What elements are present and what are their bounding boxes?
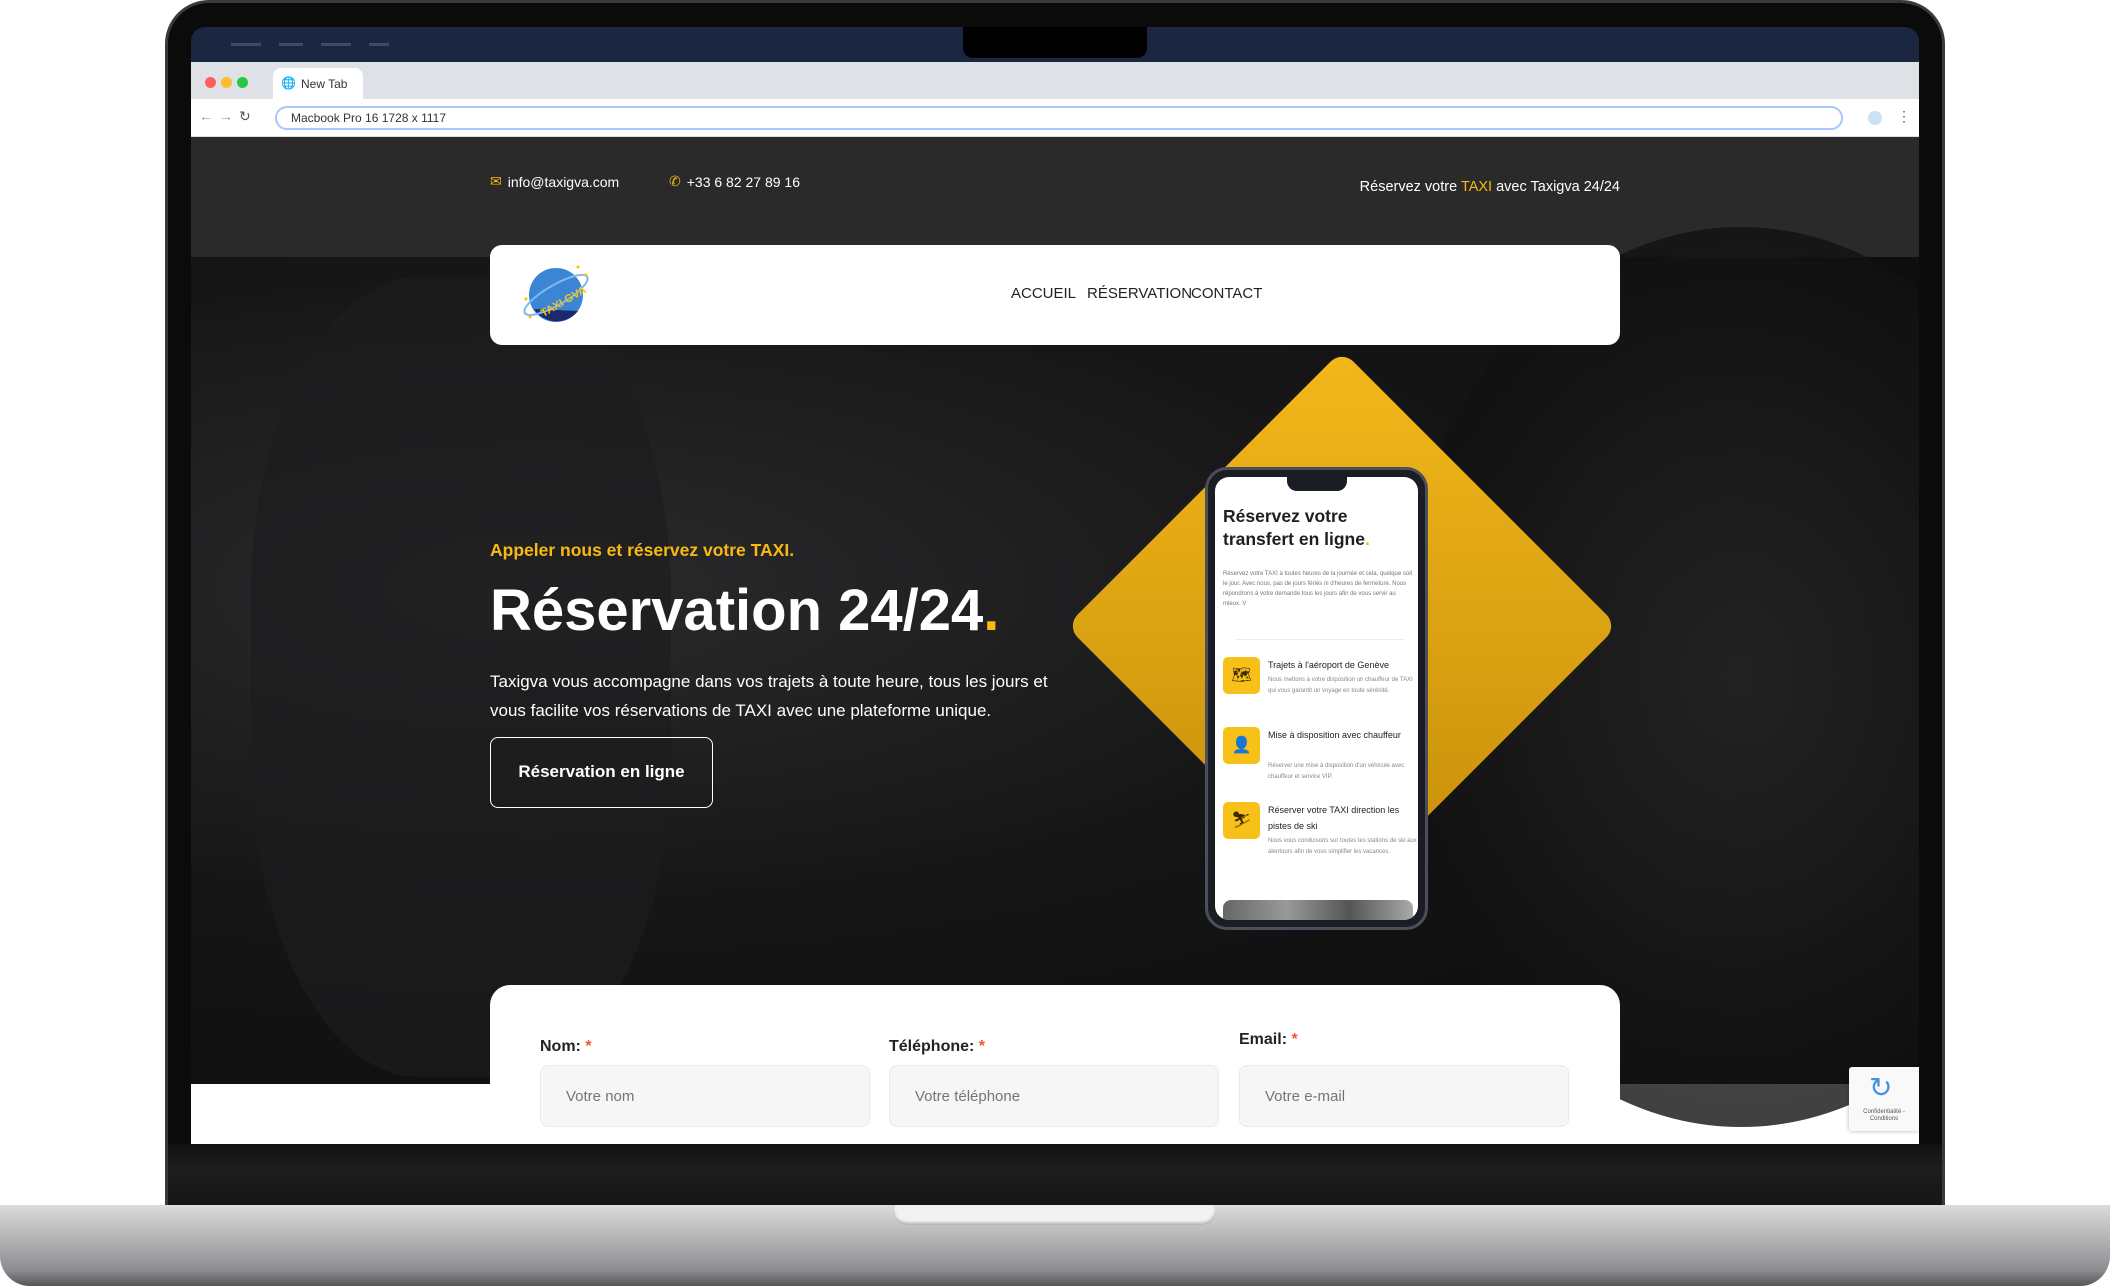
name-input[interactable]: [540, 1065, 870, 1127]
label-text: Nom:: [540, 1038, 581, 1055]
camera-notch: [963, 27, 1147, 58]
nav-contact[interactable]: CONTACT: [1191, 285, 1262, 302]
phone-title-text: Réservez votre transfert en ligne: [1223, 506, 1365, 549]
hero-title: Réservation 24/24.: [490, 577, 999, 644]
browser-tabbar: 🌐 New Tab: [191, 62, 1919, 99]
site-header: TAXI GVA ACCUEIL RÉSERVATION CONTACT: [490, 245, 1620, 345]
name-label: Nom: *: [540, 1038, 592, 1056]
laptop-chin: [168, 1144, 1942, 1205]
website: ✉ info@taxigva.com ✆ +33 6 82 27 89 16 R…: [191, 137, 1919, 1144]
maximize-window-icon[interactable]: [237, 77, 248, 88]
recaptcha-icon: ↻: [1869, 1072, 1893, 1103]
menu-item-placeholder[interactable]: [321, 43, 351, 46]
tagline-text: Réservez votre: [1359, 179, 1461, 195]
required-marker: *: [1291, 1031, 1298, 1048]
hero-section: [191, 227, 1919, 1127]
phone-notch: [1287, 477, 1347, 491]
reload-icon[interactable]: ↻: [239, 108, 251, 125]
tab-title: New Tab: [301, 77, 348, 91]
phone-label: Téléphone: *: [889, 1038, 985, 1056]
chauffeur-icon: 👤: [1223, 727, 1260, 764]
macos-menubar: [191, 27, 1919, 62]
recaptcha-links[interactable]: Confidentialité - Conditions: [1851, 1109, 1917, 1123]
map-icon: 🗺: [1223, 657, 1260, 694]
laptop-screen: 🌐 New Tab ← → ↻ Macbook Pro 16 1728 x 11…: [191, 27, 1919, 1144]
recaptcha-badge[interactable]: ↻ Confidentialité - Conditions: [1849, 1067, 1919, 1131]
required-marker: *: [978, 1038, 986, 1055]
hero-title-dot: .: [983, 578, 1000, 643]
profile-icon[interactable]: [1868, 111, 1882, 125]
envelope-icon: ✉: [490, 173, 502, 189]
phone-mockup: Réservez votre transfert en ligne. Réser…: [1205, 467, 1428, 930]
taxigva-logo[interactable]: TAXI GVA: [520, 259, 592, 331]
nav-reservation[interactable]: RÉSERVATION: [1087, 285, 1192, 302]
email-input[interactable]: [1239, 1065, 1569, 1127]
phone-input[interactable]: [889, 1065, 1219, 1127]
email-label: Email: *: [1239, 1031, 1298, 1049]
hero-paragraph: Taxigva vous accompagne dans vos trajets…: [490, 672, 1048, 720]
phone-title: Réservez votre transfert en ligne.: [1223, 505, 1413, 551]
close-window-icon[interactable]: [205, 77, 216, 88]
phone-contact[interactable]: ✆ +33 6 82 27 89 16: [669, 173, 800, 190]
laptop-hinge: [893, 1205, 1216, 1225]
menu-item-placeholder[interactable]: [231, 43, 261, 46]
phone-screen: Réservez votre transfert en ligne. Réser…: [1215, 477, 1418, 920]
address-bar[interactable]: Macbook Pro 16 1728 x 1117: [275, 106, 1843, 130]
browser-tab[interactable]: 🌐 New Tab: [273, 68, 363, 99]
service-text: Nous mettons à votre disposition un chau…: [1268, 677, 1413, 694]
menu-item-placeholder[interactable]: [279, 43, 303, 46]
online-reservation-button[interactable]: Réservation en ligne: [490, 737, 713, 808]
label-text: Téléphone:: [889, 1038, 975, 1055]
ski-icon: ⛷: [1223, 802, 1260, 839]
service-title: Mise à disposition avec chauffeur: [1268, 730, 1401, 740]
minimize-window-icon[interactable]: [221, 77, 232, 88]
email-contact[interactable]: ✉ info@taxigva.com: [490, 173, 619, 190]
globe-icon: 🌐: [281, 76, 296, 90]
service-title: Trajets à l'aéroport de Genève: [1268, 660, 1389, 670]
required-marker: *: [585, 1038, 592, 1055]
tagline: Réservez votre TAXI avec Taxigva 24/24: [1360, 179, 1620, 195]
service-text: Réserver une mise à disposition d'un véh…: [1268, 763, 1405, 780]
hero-subtitle: Appeler nous et réservez votre TAXI.: [490, 540, 795, 560]
phone-text[interactable]: +33 6 82 27 89 16: [687, 174, 800, 190]
tagline-highlight: TAXI: [1460, 179, 1493, 195]
service-title: Réserver votre TAXI direction les pistes…: [1268, 805, 1400, 831]
email-text[interactable]: info@taxigva.com: [508, 174, 619, 190]
nav-accueil[interactable]: ACCUEIL: [1011, 285, 1076, 302]
more-menu-icon[interactable]: ⋮: [1897, 108, 1911, 125]
divider: [1235, 639, 1405, 640]
label-text: Email:: [1239, 1031, 1288, 1048]
reservation-form: Nom: * Téléphone: * Email: *: [490, 985, 1620, 1144]
phone-description: Réservez votre TAXI à toutes heures de l…: [1223, 571, 1413, 607]
menu-item-placeholder[interactable]: [369, 43, 389, 46]
phone-title-dot: .: [1364, 529, 1370, 549]
phone-image-strip: [1223, 900, 1413, 920]
tagline-text: avec Taxigva 24/24: [1492, 179, 1620, 195]
back-icon[interactable]: ←: [199, 108, 213, 124]
forward-icon[interactable]: →: [219, 108, 233, 124]
hero-title-text: Réservation 24/24: [490, 578, 984, 643]
browser-toolbar: ← → ↻ Macbook Pro 16 1728 x 1117 ⋮: [191, 99, 1919, 137]
phone-icon: ✆: [669, 173, 681, 189]
service-text: Nous vous conduisons sur toutes les stat…: [1268, 838, 1417, 855]
